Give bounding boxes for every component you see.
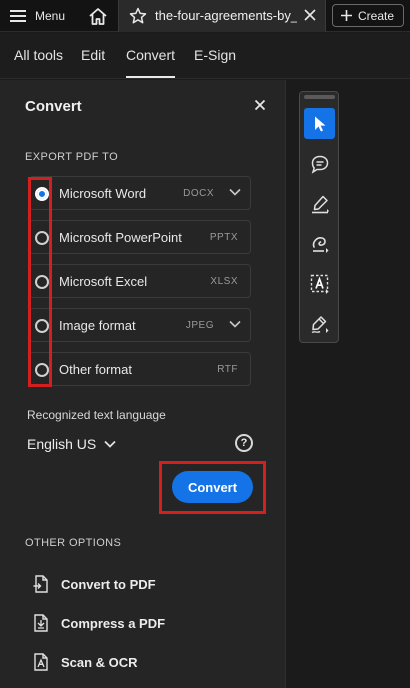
- format-option-excel[interactable]: Microsoft Excel XLSX: [29, 264, 251, 298]
- convert-to-pdf-icon: [33, 575, 48, 593]
- nav-edit[interactable]: Edit: [81, 47, 105, 63]
- other-options-heading: OTHER OPTIONS: [25, 537, 122, 549]
- hamburger-icon: [10, 10, 26, 22]
- select-tool-button[interactable]: [304, 108, 335, 139]
- comment-tool-button[interactable]: [304, 148, 335, 179]
- convert-to-pdf-option[interactable]: Convert to PDF: [33, 573, 156, 595]
- radio-highlight-box: [28, 177, 52, 387]
- format-label: Other format: [59, 362, 132, 377]
- format-option-other[interactable]: Other format RTF: [29, 352, 251, 386]
- menu-button[interactable]: Menu: [10, 6, 65, 26]
- home-icon: [89, 7, 107, 25]
- select-cursor-icon: [314, 116, 325, 131]
- format-ext: PPTX: [209, 232, 238, 243]
- toolbar-grip[interactable]: [304, 95, 335, 99]
- panel-title: Convert: [25, 98, 82, 115]
- language-value: English US: [27, 436, 97, 452]
- format-ext: DOCX: [183, 188, 214, 199]
- chevron-down-icon[interactable]: [229, 188, 241, 196]
- format-label: Microsoft Excel: [59, 274, 148, 289]
- tab-title: the-four-agreements-by_: [155, 8, 297, 23]
- compress-pdf-option[interactable]: Compress a PDF: [33, 612, 165, 634]
- draw-tool-button[interactable]: [304, 228, 335, 259]
- format-label: Image format: [59, 318, 136, 333]
- freehand-draw-icon: [312, 236, 328, 253]
- add-comment-icon: [311, 155, 328, 174]
- format-ext: JPEG: [185, 320, 214, 331]
- menu-label: Menu: [35, 9, 66, 23]
- star-icon[interactable]: [129, 7, 147, 25]
- chevron-down-icon: [104, 440, 116, 448]
- nav-convert[interactable]: Convert: [126, 47, 176, 78]
- create-label: Create: [358, 8, 395, 23]
- format-label: Microsoft PowerPoint: [59, 230, 182, 245]
- export-heading: EXPORT PDF TO: [25, 151, 119, 163]
- format-option-word[interactable]: Microsoft Word DOCX: [29, 176, 251, 210]
- highlight-tool-button[interactable]: [304, 188, 335, 219]
- main-nav: All tools Edit Convert E-Sign: [0, 33, 410, 79]
- home-button[interactable]: [86, 4, 110, 28]
- chevron-down-icon[interactable]: [229, 320, 241, 328]
- other-option-label: Convert to PDF: [61, 576, 156, 592]
- top-bar: Menu the-four-agreements-by_ Create: [0, 0, 410, 32]
- compress-pdf-icon: [34, 614, 48, 632]
- plus-icon: [341, 10, 352, 21]
- scan-ocr-option[interactable]: Scan & OCR: [33, 651, 138, 673]
- nav-all-tools[interactable]: All tools: [14, 47, 63, 63]
- document-tab[interactable]: the-four-agreements-by_: [118, 0, 326, 32]
- format-label: Microsoft Word: [59, 186, 147, 201]
- text-recognition-icon: [310, 274, 328, 294]
- help-icon[interactable]: ?: [235, 434, 253, 452]
- quick-tools-toolbar: [299, 91, 339, 343]
- other-option-label: Scan & OCR: [61, 654, 138, 670]
- nav-e-sign[interactable]: E-Sign: [194, 47, 236, 63]
- sign-pen-icon: [311, 315, 328, 333]
- format-option-image[interactable]: Image format JPEG: [29, 308, 251, 342]
- language-select[interactable]: English US: [27, 436, 116, 452]
- close-panel-icon[interactable]: [254, 99, 266, 111]
- create-button[interactable]: Create: [332, 4, 404, 27]
- scan-ocr-icon: [34, 653, 48, 671]
- close-tab-icon[interactable]: [303, 8, 317, 22]
- highlight-pen-icon: [311, 195, 329, 213]
- language-label: Recognized text language: [27, 408, 166, 422]
- other-option-label: Compress a PDF: [61, 615, 166, 631]
- format-ext: RTF: [217, 364, 238, 375]
- text-recognition-tool-button[interactable]: [304, 268, 335, 299]
- format-option-powerpoint[interactable]: Microsoft PowerPoint PPTX: [29, 220, 251, 254]
- format-ext: XLSX: [210, 276, 238, 287]
- sign-tool-button[interactable]: [304, 308, 335, 339]
- convert-highlight-box: [159, 461, 266, 514]
